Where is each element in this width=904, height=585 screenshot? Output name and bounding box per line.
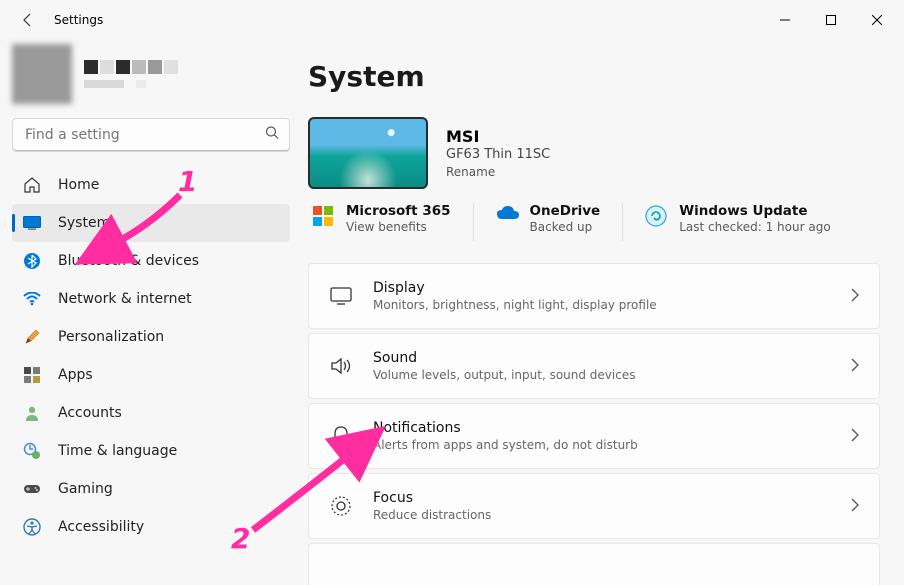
minimize-button[interactable] — [762, 4, 808, 36]
focus-icon — [329, 494, 353, 518]
device-model: GF63 Thin 11SC — [446, 147, 550, 162]
titlebar: Settings — [0, 0, 904, 40]
page-title: System — [308, 60, 880, 93]
sound-icon — [329, 354, 353, 378]
service-sub: View benefits — [346, 220, 451, 234]
device-name: MSI — [446, 127, 550, 146]
sidebar-item-accounts[interactable]: Accounts — [12, 394, 290, 432]
sidebar-item-personalization[interactable]: Personalization — [12, 318, 290, 356]
search-icon — [265, 126, 280, 145]
sidebar-item-label: Home — [58, 177, 99, 193]
main-panel: System MSI GF63 Thin 11SC Rename Microso… — [300, 40, 904, 585]
sidebar: Home System Bluetooth & devices Network … — [0, 40, 300, 585]
card-sound[interactable]: Sound Volume levels, output, input, soun… — [308, 333, 880, 399]
card-sub: Volume levels, output, input, sound devi… — [373, 368, 851, 382]
chevron-right-icon — [851, 497, 859, 516]
avatar — [12, 44, 72, 104]
separator — [622, 203, 623, 241]
bell-icon — [329, 424, 353, 448]
device-rename-link[interactable]: Rename — [446, 165, 550, 179]
chevron-right-icon — [851, 287, 859, 306]
sidebar-item-label: Time & language — [58, 443, 177, 459]
service-update[interactable]: Windows Update Last checked: 1 hour ago — [645, 203, 830, 234]
clock-globe-icon — [22, 441, 42, 461]
separator — [473, 203, 474, 241]
person-icon — [22, 403, 42, 423]
sidebar-item-gaming[interactable]: Gaming — [12, 470, 290, 508]
profile-name-redacted — [84, 60, 178, 74]
system-icon — [22, 213, 42, 233]
apps-icon — [22, 365, 42, 385]
accessibility-icon — [22, 517, 42, 537]
sidebar-item-apps[interactable]: Apps — [12, 356, 290, 394]
close-button[interactable] — [854, 4, 900, 36]
service-title: Windows Update — [679, 203, 830, 219]
back-button[interactable] — [14, 6, 42, 34]
settings-cards: Display Monitors, brightness, night ligh… — [308, 263, 880, 585]
card-title: Display — [373, 280, 851, 296]
window-title: Settings — [54, 13, 103, 27]
sidebar-item-label: Apps — [58, 367, 93, 383]
onedrive-icon — [496, 205, 518, 227]
sidebar-item-label: Gaming — [58, 481, 113, 497]
sidebar-item-system[interactable]: System — [12, 204, 290, 242]
display-icon — [329, 284, 353, 308]
card-display[interactable]: Display Monitors, brightness, night ligh… — [308, 263, 880, 329]
sidebar-item-network[interactable]: Network & internet — [12, 280, 290, 318]
service-title: OneDrive — [530, 203, 601, 219]
home-icon — [22, 175, 42, 195]
sidebar-item-label: Bluetooth & devices — [58, 253, 199, 269]
update-icon — [645, 205, 667, 227]
sidebar-item-time[interactable]: Time & language — [12, 432, 290, 470]
sidebar-item-bluetooth[interactable]: Bluetooth & devices — [12, 242, 290, 280]
card-sub: Monitors, brightness, night light, displ… — [373, 298, 851, 312]
chevron-right-icon — [851, 427, 859, 446]
profile-email-redacted — [84, 80, 178, 88]
sidebar-item-label: Network & internet — [58, 291, 192, 307]
m365-icon — [312, 205, 334, 227]
card-title: Notifications — [373, 420, 851, 436]
service-sub: Last checked: 1 hour ago — [679, 220, 830, 234]
search-box[interactable] — [12, 118, 290, 152]
card-sub: Alerts from apps and system, do not dist… — [373, 438, 851, 452]
sidebar-item-home[interactable]: Home — [12, 166, 290, 204]
sidebar-item-label: Accessibility — [58, 519, 144, 535]
sidebar-item-accessibility[interactable]: Accessibility — [12, 508, 290, 546]
brush-icon — [22, 327, 42, 347]
service-title: Microsoft 365 — [346, 203, 451, 219]
wifi-icon — [22, 289, 42, 309]
gaming-icon — [22, 479, 42, 499]
sidebar-item-label: System — [58, 215, 110, 231]
sidebar-item-label: Personalization — [58, 329, 164, 345]
services-row: Microsoft 365 View benefits OneDrive Bac… — [312, 203, 880, 241]
device-row: MSI GF63 Thin 11SC Rename — [308, 117, 880, 189]
profile-block — [12, 44, 290, 104]
card-title: Focus — [373, 490, 851, 506]
maximize-button[interactable] — [808, 4, 854, 36]
service-sub: Backed up — [530, 220, 601, 234]
search-input[interactable] — [12, 118, 290, 152]
card-sub: Reduce distractions — [373, 508, 851, 522]
window-controls — [762, 4, 900, 36]
sidebar-item-label: Accounts — [58, 405, 122, 421]
service-m365[interactable]: Microsoft 365 View benefits — [312, 203, 451, 234]
bluetooth-icon — [22, 251, 42, 271]
card-title: Sound — [373, 350, 851, 366]
chevron-right-icon — [851, 357, 859, 376]
card-notifications[interactable]: Notifications Alerts from apps and syste… — [308, 403, 880, 469]
service-onedrive[interactable]: OneDrive Backed up — [496, 203, 601, 234]
device-thumbnail[interactable] — [308, 117, 428, 189]
nav-list: Home System Bluetooth & devices Network … — [12, 166, 290, 546]
card-partial[interactable] — [308, 543, 880, 585]
card-focus[interactable]: Focus Reduce distractions — [308, 473, 880, 539]
